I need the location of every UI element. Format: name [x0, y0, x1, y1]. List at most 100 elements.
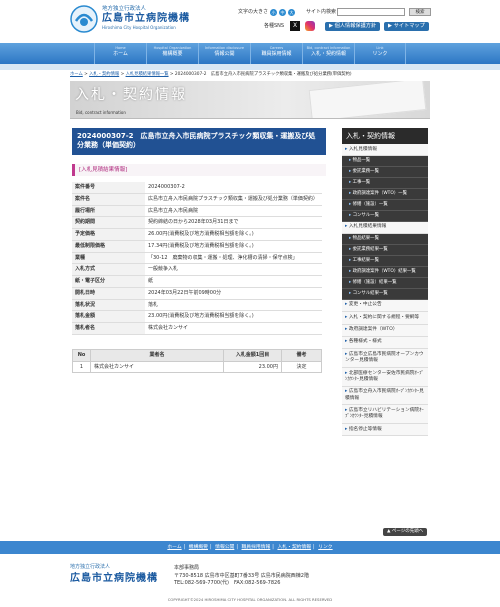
detail-row: 案件番号 2024000307-2 — [72, 182, 322, 194]
detail-row: 落札者名 株式会社カンサイ — [72, 322, 322, 335]
site-logo-text[interactable]: 広島市立病院機構 — [102, 12, 190, 26]
detail-label: 案件番号 — [72, 182, 145, 194]
font-large-button[interactable]: 大 — [288, 9, 296, 16]
sidebar-subitem[interactable]: 修繕（施設）一覧 — [342, 200, 428, 212]
sidebar-item[interactable]: 入札・契約に関する規程・要綱等 — [342, 312, 428, 325]
detail-value: 26.00円(消費税及び地方消費税相当額を除く。) — [145, 228, 322, 241]
sidebar-group[interactable]: 入札見積情報 — [342, 144, 428, 157]
sidebar-item[interactable]: 各種様式・様式 — [342, 336, 428, 350]
sidebar-item[interactable]: 広島市立リハビリテーション病院ｵｰﾌﾟﾝｶｳﾝﾀｰ見積情報 — [342, 405, 428, 425]
site-logo-en: Hiroshima City Hospital Organization — [102, 25, 176, 30]
col-note: 備考 — [281, 348, 322, 362]
sidebar-subitem[interactable]: 委託業務一覧 — [342, 167, 428, 179]
sidebar-item[interactable]: 北部医療センター安佐市民病院ｵｰﾌﾟﾝｶｳﾝﾀｰ見積情報 — [342, 368, 428, 387]
detail-value: 「30-12 廃棄物の収集・運搬・処理、浄化槽の清掃・保守点検」 — [145, 252, 322, 265]
detail-label: 業種 — [72, 252, 145, 265]
footer-address-line: 〒730-8518 広島市中区基町7番33号 広島市民病院西棟2階 — [174, 572, 309, 579]
sidebar-title: 入札・契約情報 — [342, 128, 428, 144]
sidebar-subitem[interactable]: 委託業務結果一覧 — [342, 245, 428, 257]
sidebar-subitem[interactable]: 物品結果一覧 — [342, 234, 428, 246]
detail-value: 17.34円(消費税及び地方消費税相当額を除く。) — [145, 240, 322, 253]
privacy-policy-button[interactable]: ▶ 個人情報保護方針 — [325, 22, 381, 31]
footer-link-link[interactable]: リンク — [318, 545, 332, 550]
banner-image — [308, 81, 427, 118]
detail-value: 2024000307-2 — [145, 182, 322, 194]
footer-office: 本部事務局 — [174, 565, 200, 571]
sidebar-subitem[interactable]: コンサル一覧 — [342, 211, 428, 222]
gnav-link[interactable]: Link リンク — [354, 43, 406, 64]
page-top-button[interactable]: ▲ ページの先頭へ — [383, 528, 428, 537]
gnav-contract[interactable]: Bid, contract information 入札・契約情報 — [302, 43, 354, 64]
sns-label: 各種SNS — [264, 23, 285, 29]
sidebar-subitem[interactable]: 工事結果一覧 — [342, 256, 428, 268]
site-header: 地方独立行政法人 広島市立病院機構 Hiroshima City Hospita… — [0, 0, 500, 44]
sidebar-item[interactable]: 広島市立広島市民病院オープンカウンター見積情報 — [342, 349, 428, 368]
footer-nav: ホーム | 機構概要 | 情報公開 | 職員採用情報 | 入札・契約情報 | リンク — [0, 541, 500, 554]
global-nav: Home ホーム Hospital Organization 機構概要 Inform… — [0, 43, 500, 64]
detail-label: 落札状況 — [72, 299, 145, 312]
footer-link-disclosure[interactable]: 情報公開 — [215, 545, 234, 550]
results-header-row: No 業者名 入札金額1回目 備考 — [72, 348, 322, 362]
page-banner: 入札・契約情報 Bid, contract information — [70, 81, 430, 119]
font-medium-button[interactable]: 中 — [279, 9, 287, 16]
sidebar-subitem[interactable]: 工事一覧 — [342, 178, 428, 190]
breadcrumb-contract[interactable]: 入札・契約情報 — [89, 72, 119, 77]
sidebar-subitem[interactable]: 政府調達案件（WTO）一覧 — [342, 189, 428, 201]
sidebar-item[interactable]: 指名停止等情報 — [342, 424, 428, 437]
sidebar-subitem[interactable]: コンサル結果一覧 — [342, 289, 428, 300]
footer-link-careers[interactable]: 職員採用情報 — [242, 545, 271, 550]
detail-value: 契約締結の日から2028年03月31日まで — [145, 216, 322, 229]
search-input[interactable] — [337, 8, 405, 16]
x-icon[interactable]: X — [290, 21, 300, 31]
detail-value: 広島市立舟入市民病院 — [145, 205, 322, 218]
col-amount: 入札金額1回目 — [223, 348, 282, 362]
detail-label: 予定価格 — [72, 228, 145, 241]
footer-tel: TEL:082-569-7700(代) FAX:082-569-7826 — [174, 580, 281, 586]
font-small-button[interactable]: 小 — [270, 9, 278, 16]
gnav-careers[interactable]: Careers 職員採用情報 — [250, 43, 302, 64]
search-label: サイト内検索 — [306, 9, 337, 15]
search-button[interactable]: 検索 — [409, 8, 431, 16]
footer-address: 本部事務局 〒730-8518 広島市中区基町7番33号 広島市民病院西棟2階 … — [174, 565, 309, 588]
sidebar-subitem[interactable]: 物品一覧 — [342, 156, 428, 168]
sidebar-item[interactable]: 変更・中止公告 — [342, 299, 428, 313]
gnav-home[interactable]: Home ホーム — [94, 43, 146, 64]
detail-row: 履行場所 広島市立舟入市民病院 — [72, 205, 322, 218]
section-label: [入札見積結果情報] — [72, 164, 326, 176]
footer-link-organization[interactable]: 機構概要 — [189, 545, 208, 550]
footer-logo: 広島市立病院機構 — [70, 573, 158, 584]
detail-value: 株式会社カンサイ — [145, 322, 322, 335]
sidebar-item[interactable]: 政府調達案件（WTO） — [342, 324, 428, 337]
breadcrumb-home[interactable]: ホーム — [70, 72, 83, 77]
breadcrumb: ホーム > 入札・契約情報 > 入札見積結果情報一覧 > 2024000307-… — [70, 72, 352, 77]
detail-value: 一般競争入札 — [145, 263, 322, 276]
table-row: 1 株式会社カンサイ 23.00円 決定 — [72, 360, 322, 374]
gnav-organization[interactable]: Hospital Organization 機構概要 — [146, 43, 198, 64]
sidebar-subitem[interactable]: 政府調達案件（WTO）結果一覧 — [342, 267, 428, 279]
font-size-label: 文字の大きさ — [238, 9, 269, 16]
footer-org-type: 地方独立行政法人 — [70, 564, 111, 570]
logo-icon[interactable] — [70, 5, 98, 33]
footer-link-contract[interactable]: 入札・契約情報 — [277, 545, 311, 550]
cell-name: 株式会社カンサイ — [90, 360, 224, 374]
detail-label: 紙・電子区分 — [72, 275, 145, 288]
sitemap-button[interactable]: ▶ サイトマップ — [384, 22, 429, 31]
detail-row: 落札状況 落札 — [72, 299, 322, 312]
detail-value: 23.00円(消費税及び地方消費税相当額を除く。) — [145, 310, 322, 323]
detail-value: 落札 — [145, 299, 322, 312]
detail-label: 落札金額 — [72, 310, 145, 323]
sidebar-group[interactable]: 入札見積結果情報 — [342, 221, 428, 235]
sidebar: 入札・契約情報 入札見積情報物品一覧委託業務一覧工事一覧政府調達案件（WTO）一… — [342, 128, 428, 437]
copyright: COPYRIGHT©2024 HIROSHIMA CITY HOSPITAL O… — [167, 597, 333, 602]
col-name: 業者名 — [90, 348, 224, 362]
detail-label: 落札者名 — [72, 322, 145, 335]
col-no: No — [72, 348, 91, 362]
sidebar-subitem[interactable]: 修繕（施設）結果一覧 — [342, 278, 428, 289]
instagram-icon[interactable] — [305, 21, 315, 31]
breadcrumb-results[interactable]: 入札見積結果情報一覧 — [126, 72, 169, 77]
banner-subtitle: Bid, contract information — [76, 110, 126, 115]
cell-no: 1 — [72, 360, 91, 374]
sidebar-item[interactable]: 広島市立舟入市民病院ｵｰﾌﾟﾝｶｳﾝﾀｰ見積情報 — [342, 386, 428, 406]
footer-link-home[interactable]: ホーム — [167, 545, 181, 550]
gnav-disclosure[interactable]: Information disclosure 情報公開 — [198, 43, 250, 64]
